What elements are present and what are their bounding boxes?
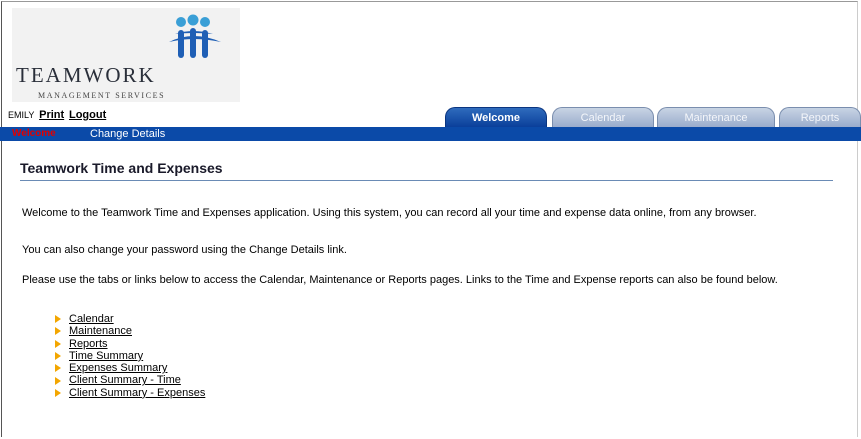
page-title: Teamwork Time and Expenses (20, 160, 223, 176)
tab-reports[interactable]: Reports (779, 107, 861, 127)
list-item: Time Summary (55, 350, 205, 362)
bullet-arrow-icon (55, 364, 61, 373)
list-item: Maintenance (55, 325, 205, 337)
subnav-current: Welcome (12, 128, 56, 139)
bullet-arrow-icon (55, 351, 61, 360)
link-reports[interactable]: Reports (69, 338, 108, 350)
list-item: Calendar (55, 313, 205, 325)
list-item: Client Summary - Expenses (55, 387, 205, 399)
bullet-arrow-icon (55, 315, 61, 324)
title-divider (20, 180, 833, 181)
tab-welcome[interactable]: Welcome (445, 107, 547, 127)
bullet-arrow-icon (55, 327, 61, 336)
link-client-summary-expenses[interactable]: Client Summary - Expenses (69, 387, 205, 399)
change-details-link[interactable]: Change Details (90, 127, 165, 141)
password-paragraph: You can also change your password using … (22, 244, 347, 256)
link-time-summary[interactable]: Time Summary (69, 350, 143, 362)
tab-calendar[interactable]: Calendar (552, 107, 654, 127)
link-maintenance[interactable]: Maintenance (69, 325, 132, 337)
bullet-arrow-icon (55, 339, 61, 348)
logo: TEAMWORK MANAGEMENT SERVICES (12, 8, 240, 102)
brand-tagline: MANAGEMENT SERVICES (38, 91, 166, 100)
bullet-arrow-icon (55, 388, 61, 397)
tab-maintenance[interactable]: Maintenance (657, 107, 775, 127)
list-item: Client Summary - Time (55, 374, 205, 386)
quick-links: Calendar Maintenance Reports Time Summar… (55, 313, 205, 399)
bullet-arrow-icon (55, 376, 61, 385)
sub-navigation-bar: Welcome Change Details (0, 127, 861, 141)
link-calendar[interactable]: Calendar (69, 313, 114, 325)
list-item: Expenses Summary (55, 362, 205, 374)
brand-name: TEAMWORK (16, 63, 156, 87)
intro-paragraph: Welcome to the Teamwork Time and Expense… (22, 207, 757, 219)
link-expenses-summary[interactable]: Expenses Summary (69, 362, 167, 374)
link-client-summary-time[interactable]: Client Summary - Time (69, 374, 181, 386)
list-item: Reports (55, 338, 205, 350)
people-logo-icon (169, 14, 221, 58)
main-tabs: Welcome Calendar Maintenance Reports (0, 107, 861, 127)
navigation-paragraph: Please use the tabs or links below to ac… (22, 274, 778, 286)
